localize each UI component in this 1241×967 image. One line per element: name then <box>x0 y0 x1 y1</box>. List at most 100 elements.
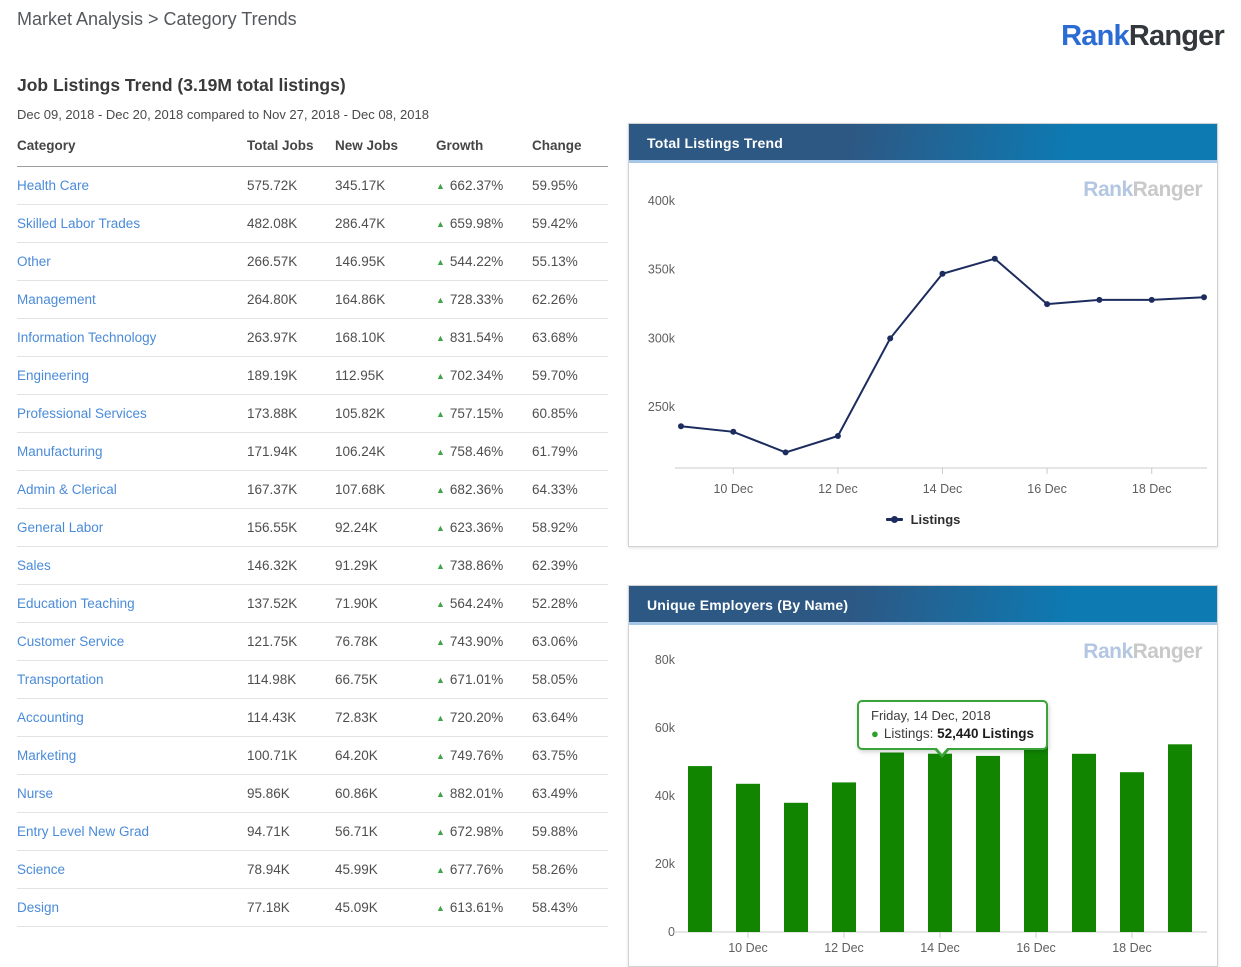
change-cell: 58.05% <box>515 661 608 699</box>
line-data-point[interactable] <box>1044 301 1050 307</box>
category-cell: Other <box>17 243 247 281</box>
growth-value: 672.98% <box>450 824 503 839</box>
growth-value: 564.24% <box>450 596 503 611</box>
growth-cell: ▲702.34% <box>428 357 515 395</box>
table-row: Customer Service121.75K76.78K▲743.90%63.… <box>17 623 608 661</box>
line-data-point[interactable] <box>1201 294 1207 300</box>
category-link[interactable]: Other <box>17 254 51 269</box>
employers-bar[interactable] <box>688 766 712 932</box>
y-axis-label: 400k <box>648 194 676 208</box>
line-data-point[interactable] <box>992 256 998 262</box>
category-link[interactable]: Information Technology <box>17 330 156 345</box>
category-link[interactable]: Admin & Clerical <box>17 482 117 497</box>
new-jobs-cell: 45.09K <box>335 889 428 927</box>
employers-bar[interactable] <box>976 756 1000 932</box>
logo-rank: Rank <box>1061 20 1129 52</box>
employers-bar[interactable] <box>832 782 856 932</box>
total-jobs-cell: 114.43K <box>247 699 335 737</box>
line-data-point[interactable] <box>1096 297 1102 303</box>
category-cell: Skilled Labor Trades <box>17 205 247 243</box>
category-link[interactable]: Sales <box>17 558 51 573</box>
new-jobs-cell: 72.83K <box>335 699 428 737</box>
employers-bar[interactable] <box>880 753 904 933</box>
column-header-new-jobs: New Jobs <box>335 130 428 167</box>
category-link[interactable]: Education Teaching <box>17 596 135 611</box>
table-row: Engineering189.19K112.95K▲702.34%59.70% <box>17 357 608 395</box>
change-cell: 59.70% <box>515 357 608 395</box>
category-cell: Information Technology <box>17 319 247 357</box>
tooltip-date: Friday, 14 Dec, 2018 <box>871 708 1034 723</box>
new-jobs-cell: 91.29K <box>335 547 428 585</box>
line-data-point[interactable] <box>940 271 946 277</box>
chart-legend[interactable]: Listings <box>629 512 1217 527</box>
growth-value: 757.15% <box>450 406 503 421</box>
change-cell: 62.39% <box>515 547 608 585</box>
category-link[interactable]: Nurse <box>17 786 53 801</box>
chart-tooltip: Friday, 14 Dec, 2018 ●Listings: 52,440 L… <box>857 700 1048 750</box>
line-data-point[interactable] <box>730 429 736 435</box>
category-link[interactable]: Professional Services <box>17 406 147 421</box>
breadcrumb[interactable]: Market Analysis > Category Trends <box>17 9 297 30</box>
employers-bar[interactable] <box>1024 730 1048 932</box>
table-header-row: Category Total Jobs New Jobs Growth Chan… <box>17 130 608 167</box>
category-cell: Management <box>17 281 247 319</box>
table-row: Education Teaching137.52K71.90K▲564.24%5… <box>17 585 608 623</box>
y-axis-label: 80k <box>655 653 676 667</box>
employers-bar[interactable] <box>928 754 952 932</box>
card-title-unique-employers: Unique Employers (By Name) <box>629 586 1217 625</box>
growth-value: 728.33% <box>450 292 503 307</box>
employers-bar[interactable] <box>784 803 808 932</box>
category-cell: Design <box>17 889 247 927</box>
category-link[interactable]: Health Care <box>17 178 89 193</box>
total-jobs-cell: 171.94K <box>247 433 335 471</box>
category-link[interactable]: Marketing <box>17 748 76 763</box>
date-range: Dec 09, 2018 - Dec 20, 2018 compared to … <box>17 107 429 122</box>
change-cell: 52.28% <box>515 585 608 623</box>
x-axis-label: 12 Dec <box>824 941 864 955</box>
category-link[interactable]: Transportation <box>17 672 104 687</box>
category-link[interactable]: Skilled Labor Trades <box>17 216 140 231</box>
x-axis-label: 12 Dec <box>818 482 858 496</box>
growth-up-arrow-icon: ▲ <box>436 333 445 343</box>
category-link[interactable]: Management <box>17 292 96 307</box>
employers-bar[interactable] <box>1168 744 1192 932</box>
category-link[interactable]: Engineering <box>17 368 89 383</box>
employers-bar[interactable] <box>736 784 760 932</box>
employers-bar[interactable] <box>1072 754 1096 932</box>
change-cell: 58.26% <box>515 851 608 889</box>
growth-value: 659.98% <box>450 216 503 231</box>
line-data-point[interactable] <box>835 433 841 439</box>
category-cell: General Labor <box>17 509 247 547</box>
change-cell: 62.26% <box>515 281 608 319</box>
table-row: Manufacturing171.94K106.24K▲758.46%61.79… <box>17 433 608 471</box>
line-data-point[interactable] <box>783 449 789 455</box>
category-cell: Nurse <box>17 775 247 813</box>
category-link[interactable]: Design <box>17 900 59 915</box>
change-cell: 58.92% <box>515 509 608 547</box>
line-data-point[interactable] <box>678 423 684 429</box>
category-link[interactable]: Entry Level New Grad <box>17 824 149 839</box>
category-link[interactable]: Manufacturing <box>17 444 103 459</box>
total-jobs-cell: 173.88K <box>247 395 335 433</box>
y-axis-label: 20k <box>655 857 676 871</box>
category-link[interactable]: Customer Service <box>17 634 124 649</box>
series-dot-icon: ● <box>871 726 879 741</box>
total-jobs-cell: 77.18K <box>247 889 335 927</box>
line-data-point[interactable] <box>887 335 893 341</box>
rankranger-logo: RankRanger <box>1061 20 1224 53</box>
category-cell: Sales <box>17 547 247 585</box>
employers-bar[interactable] <box>1120 772 1144 932</box>
new-jobs-cell: 107.68K <box>335 471 428 509</box>
logo-ranger: Ranger <box>1129 20 1224 52</box>
growth-value: 882.01% <box>450 786 503 801</box>
category-link[interactable]: General Labor <box>17 520 103 535</box>
category-link[interactable]: Science <box>17 862 65 877</box>
growth-value: 623.36% <box>450 520 503 535</box>
listings-line-series <box>681 259 1204 453</box>
category-link[interactable]: Accounting <box>17 710 84 725</box>
growth-cell: ▲749.76% <box>428 737 515 775</box>
legend-label: Listings <box>911 512 961 527</box>
line-data-point[interactable] <box>1149 297 1155 303</box>
table-row: Science78.94K45.99K▲677.76%58.26% <box>17 851 608 889</box>
table-row: Entry Level New Grad94.71K56.71K▲672.98%… <box>17 813 608 851</box>
